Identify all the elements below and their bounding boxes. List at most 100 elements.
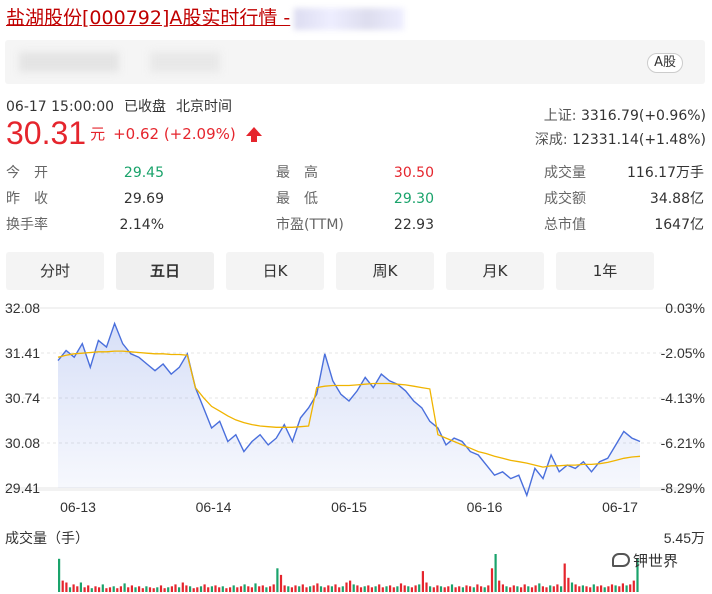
volume-bar — [174, 584, 177, 592]
volume-bar — [472, 587, 475, 593]
index-row-sz[interactable]: 深成: 12331.14(+1.48%) — [535, 128, 706, 152]
volume-bar — [258, 586, 261, 592]
volume-bar — [396, 586, 399, 592]
y-tick-right: 0.03% — [665, 300, 705, 316]
volume-bar — [614, 585, 617, 593]
up-arrow-icon — [245, 127, 262, 142]
volume-bar — [512, 585, 515, 593]
volume-bar — [261, 585, 264, 593]
volume-bar — [138, 586, 141, 592]
stat-label: 最 高 — [276, 165, 318, 181]
stat-open: 今 开 29.45 — [6, 160, 164, 186]
volume-bar — [520, 587, 523, 593]
index-row-sh[interactable]: 上证: 3316.79(+0.96%) — [535, 104, 706, 128]
volume-bar — [494, 554, 497, 592]
volume-bar — [316, 583, 319, 592]
title-stock-name[interactable]: 盐湖股份 — [6, 7, 82, 29]
stat-label: 今 开 — [6, 165, 48, 181]
volume-bar — [319, 586, 323, 592]
volume-bar — [134, 587, 137, 593]
volume-bar — [509, 587, 512, 593]
volume-bar — [436, 585, 439, 593]
volume-bar — [632, 580, 635, 592]
x-tick-label: 06-13 — [60, 499, 96, 515]
volume-bar — [338, 587, 341, 593]
volume-bar — [116, 588, 119, 592]
quote-datetime: 06-17 15:00:00 — [6, 99, 115, 115]
volume-bar — [589, 587, 592, 593]
stat-label: 成交额 — [544, 191, 586, 207]
volume-bar — [61, 580, 64, 592]
volume-bar — [272, 584, 275, 592]
stat-low: 最 低 29.30 — [276, 186, 434, 212]
volume-bar — [156, 587, 159, 593]
volume-bar — [505, 586, 508, 592]
volume-bar — [79, 582, 82, 592]
volume-bar — [399, 583, 403, 592]
volume-bar — [487, 585, 490, 593]
volume-bar — [214, 585, 217, 593]
volume-bar — [349, 580, 352, 592]
volume-bar — [374, 586, 377, 592]
volume-bar — [490, 568, 494, 593]
volume-bar — [592, 584, 595, 592]
tab-intraday[interactable]: 分时 — [6, 252, 104, 290]
volume-bar — [458, 586, 461, 592]
stat-turnover: 换手率 2.14% — [6, 212, 164, 238]
x-tick-label: 06-14 — [196, 499, 232, 515]
stat-volume: 成交量 116.17万手 — [544, 160, 704, 186]
tab-daily-k[interactable]: 日K — [226, 252, 324, 290]
volume-bar — [465, 585, 468, 593]
volume-bar — [516, 586, 519, 592]
stat-label: 成交量 — [544, 165, 586, 181]
volume-bar — [58, 558, 61, 592]
volume-bar — [429, 586, 432, 592]
volume-bar — [309, 586, 312, 592]
stat-value: 29.69 — [123, 191, 164, 207]
stat-pe: 市盈(TTM) 22.93 — [276, 212, 434, 238]
five-day-chart[interactable]: 32.08 0.03% 31.41 -2.05% 30.74 -4.13% 30.08 -6.… — [0, 292, 712, 594]
volume-bar — [98, 587, 101, 593]
volume-bar — [439, 586, 443, 592]
page-title[interactable]: 盐湖股份[000792]A股实时行情 - — [6, 3, 405, 33]
volume-bar — [523, 584, 526, 592]
stat-value: 22.93 — [393, 217, 434, 233]
volume-bar — [141, 588, 144, 592]
tab-five-day[interactable]: 五日 — [116, 252, 214, 290]
blurred-text — [19, 52, 119, 72]
chart-period-tabs: 分时 五日 日K 周K 月K 1年 — [6, 252, 706, 290]
info-bar: A股 — [5, 40, 705, 84]
volume-bar — [567, 577, 570, 593]
volume-bar — [498, 580, 501, 592]
stat-label: 市盈(TTM) — [276, 217, 344, 233]
volume-bar — [556, 584, 559, 592]
title-code[interactable]: [000792]A股实时行情 - — [82, 7, 290, 29]
volume-bar — [148, 587, 152, 593]
volume-bar — [538, 583, 541, 592]
volume-bar — [130, 585, 133, 593]
volume-bar — [101, 584, 104, 592]
volume-bar — [159, 585, 163, 593]
volume-bar — [203, 584, 206, 592]
tab-one-year[interactable]: 1年 — [556, 252, 654, 290]
volume-bar — [359, 587, 363, 593]
volume-bar — [105, 588, 108, 592]
volume-bar — [618, 586, 621, 592]
volume-bar — [119, 586, 122, 592]
volume-bar — [287, 586, 290, 592]
tab-monthly-k[interactable]: 月K — [446, 252, 544, 290]
volume-bar — [167, 587, 170, 593]
chart-canvas[interactable]: 32.08 0.03% 31.41 -2.05% 30.74 -4.13% 30.08 -6.… — [0, 292, 712, 594]
y-tick-left: 29.41 — [5, 480, 40, 496]
volume-bar — [269, 586, 272, 592]
volume-bar — [585, 586, 588, 592]
volume-bars — [58, 554, 639, 593]
volume-bar — [356, 585, 359, 593]
volume-bar — [560, 586, 563, 592]
volume-bar — [600, 585, 603, 593]
wechat-icon — [612, 553, 630, 567]
volume-bar — [450, 584, 454, 592]
stat-value: 116.17万手 — [627, 165, 704, 181]
tab-weekly-k[interactable]: 周K — [336, 252, 434, 290]
volume-bar — [196, 587, 199, 593]
